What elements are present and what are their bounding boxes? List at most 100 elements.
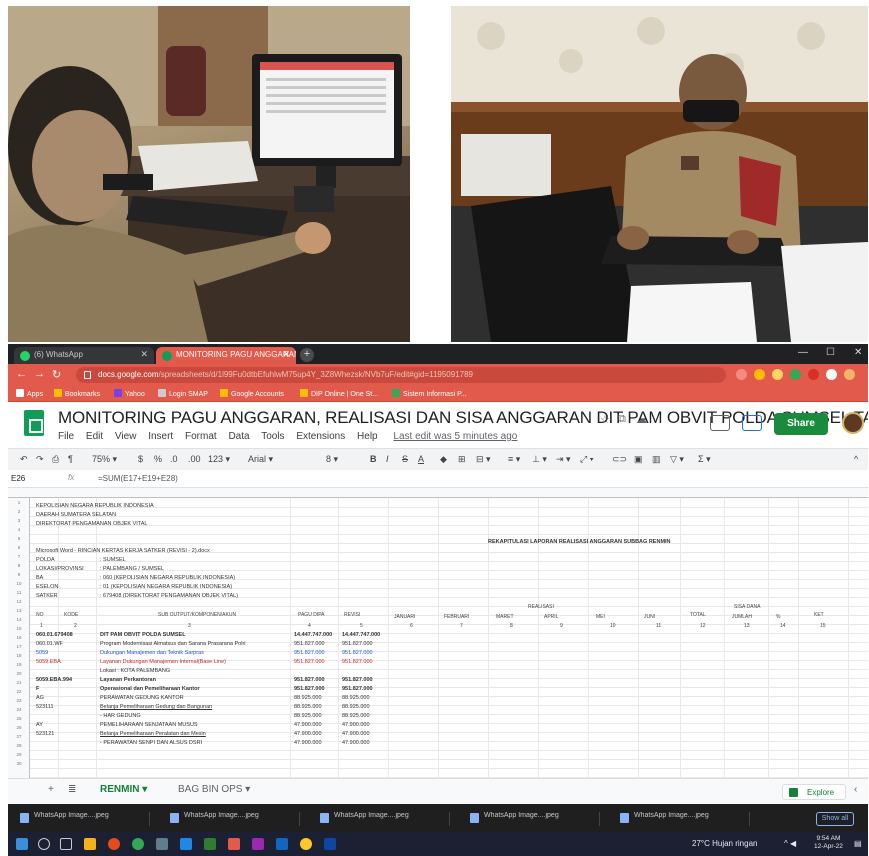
close-window-icon[interactable]: ✕ bbox=[854, 347, 862, 358]
forward-icon[interactable]: → bbox=[34, 368, 45, 380]
clock[interactable]: 9:54 AM 12-Apr-22 bbox=[814, 835, 843, 851]
chrome-icon[interactable] bbox=[108, 838, 120, 850]
paint-format-icon[interactable]: ¶ bbox=[68, 454, 73, 464]
row-number[interactable]: 28 bbox=[8, 743, 30, 748]
filter-icon[interactable]: ▽ ▾ bbox=[670, 454, 684, 465]
row-number[interactable]: 20 bbox=[8, 671, 30, 676]
present-icon[interactable] bbox=[742, 415, 762, 431]
cell-revisi[interactable]: 951.827.000 bbox=[342, 659, 373, 665]
search-icon[interactable] bbox=[736, 369, 747, 380]
chrome-active-icon[interactable] bbox=[228, 838, 240, 850]
row-number[interactable]: 22 bbox=[8, 689, 30, 694]
bookmark-sistem-informasi[interactable]: Sistem Informasi P... bbox=[392, 389, 467, 398]
star-icon[interactable] bbox=[772, 369, 783, 380]
share-button[interactable]: Share bbox=[774, 413, 828, 435]
row-number[interactable]: 6 bbox=[8, 545, 30, 550]
cell-revisi[interactable]: 14.447.747.000 bbox=[342, 632, 380, 638]
app-icon[interactable] bbox=[300, 838, 312, 850]
decimal-decrease-icon[interactable]: .0 bbox=[170, 454, 178, 464]
row-number[interactable]: 8 bbox=[8, 563, 30, 568]
cell-description[interactable]: Lokasi : KOTA PALEMBANG bbox=[100, 668, 170, 674]
puzzle-icon[interactable] bbox=[826, 369, 837, 380]
menu-edit[interactable]: Edit bbox=[86, 431, 103, 442]
menu-tools[interactable]: Tools bbox=[261, 431, 284, 442]
horizontal-align-icon[interactable]: ≡ ▾ bbox=[508, 454, 520, 465]
menu-file[interactable]: File bbox=[58, 431, 74, 442]
row-number[interactable]: 21 bbox=[8, 680, 30, 685]
font-size-select[interactable]: 8 ▾ bbox=[326, 454, 338, 465]
cell-description[interactable]: DIT PAM OBVIT POLDA SUMSEL bbox=[100, 632, 186, 638]
cell-description[interactable]: PEMELIHARAAN SENJATAAN MUSUS bbox=[100, 722, 198, 728]
row-number[interactable]: 16 bbox=[8, 635, 30, 640]
row-number[interactable]: 9 bbox=[8, 572, 30, 577]
cell-description[interactable]: Layanan Perkantoran bbox=[100, 677, 156, 683]
row-number[interactable]: 2 bbox=[8, 509, 30, 514]
sheet-tab-renmin[interactable]: RENMIN ▾ bbox=[100, 784, 147, 795]
tab-whatsapp[interactable]: (6) WhatsApp ✕ bbox=[14, 347, 154, 364]
move-folder-icon[interactable]: ⧉ bbox=[618, 413, 626, 426]
row-number[interactable]: 27 bbox=[8, 734, 30, 739]
borders-icon[interactable]: ⊞ bbox=[458, 454, 466, 465]
bookmark-dip-online[interactable]: DIP Online | One St... bbox=[300, 389, 378, 398]
download-item[interactable]: WhatsApp Image....jpeg bbox=[318, 812, 450, 826]
back-icon[interactable]: ← bbox=[16, 368, 27, 380]
side-panel-icon[interactable]: ‹ bbox=[854, 784, 857, 795]
cell-revisi[interactable]: 951.827.000 bbox=[342, 641, 373, 647]
app-icon[interactable] bbox=[180, 838, 192, 850]
cell-revisi[interactable]: 951.827.000 bbox=[342, 686, 373, 692]
last-edit-link[interactable]: Last edit was 5 minutes ago bbox=[393, 431, 517, 442]
cell-revisi[interactable]: 951.827.000 bbox=[342, 650, 373, 656]
cell-kode[interactable]: 523111 bbox=[36, 704, 54, 710]
cell-description[interactable]: Operasional dan Pemeliharaan Kantor bbox=[100, 686, 200, 692]
name-box[interactable]: E26 bbox=[8, 474, 48, 483]
undo-icon[interactable]: ↶ bbox=[20, 454, 28, 465]
row-number[interactable]: 19 bbox=[8, 662, 30, 667]
row-number[interactable]: 12 bbox=[8, 599, 30, 604]
star-icon[interactable]: ☆ bbox=[600, 413, 610, 426]
sheet-tab-bag-bin-ops[interactable]: BAG BIN OPS ▾ bbox=[178, 784, 250, 795]
cell-kode[interactable]: 5059.EBA.994 bbox=[36, 677, 72, 683]
cell-revisi[interactable]: 951.827.000 bbox=[342, 677, 373, 683]
row-number[interactable]: 24 bbox=[8, 707, 30, 712]
cell-pagu-dipa[interactable]: 951.827.000 bbox=[294, 677, 325, 683]
merge-cells-icon[interactable]: ⊟ ▾ bbox=[476, 454, 491, 465]
cell-description[interactable]: Belanja Pemeliharaan Peralatan dan Mesin bbox=[100, 731, 206, 737]
cell-pagu-dipa[interactable]: 88.925.000 bbox=[294, 704, 322, 710]
cell-kode[interactable]: AG bbox=[36, 695, 44, 701]
explore-button[interactable]: Explore bbox=[782, 784, 846, 800]
cell-pagu-dipa[interactable]: 951.827.000 bbox=[294, 686, 325, 692]
functions-icon[interactable]: Σ ▾ bbox=[698, 454, 711, 465]
row-number[interactable]: 23 bbox=[8, 698, 30, 703]
file-explorer-icon[interactable] bbox=[84, 838, 96, 850]
excel-icon[interactable] bbox=[204, 838, 216, 850]
row-number[interactable]: 13 bbox=[8, 608, 30, 613]
cell-kode[interactable]: 5059 bbox=[36, 650, 48, 656]
row-number[interactable]: 26 bbox=[8, 725, 30, 730]
maximize-icon[interactable]: ☐ bbox=[826, 347, 835, 358]
cell-description[interactable]: PERAWATAN GEDUNG KANTOR bbox=[100, 695, 184, 701]
row-number[interactable]: 11 bbox=[8, 590, 30, 595]
cell-revisi[interactable]: 47.900.000 bbox=[342, 722, 370, 728]
bookmark-login-smap[interactable]: Login SMAP bbox=[158, 389, 208, 398]
word-icon[interactable] bbox=[276, 838, 288, 850]
weather-widget[interactable]: 27°C Hujan ringan bbox=[692, 839, 757, 848]
chrome-icon[interactable] bbox=[132, 838, 144, 850]
insert-link-icon[interactable]: ⊂⊃ bbox=[612, 454, 627, 465]
add-sheet-icon[interactable]: + bbox=[48, 784, 54, 795]
menu-view[interactable]: View bbox=[115, 431, 137, 442]
row-number[interactable]: 17 bbox=[8, 644, 30, 649]
download-item[interactable]: WhatsApp Image....jpeg bbox=[18, 812, 150, 826]
notification-icon[interactable]: ▤ bbox=[854, 839, 862, 848]
cell-kode[interactable]: 5059.EBA bbox=[36, 659, 61, 665]
show-all-downloads-button[interactable]: Show all bbox=[816, 812, 854, 826]
decimal-increase-icon[interactable]: .00 bbox=[188, 454, 201, 464]
cell-pagu-dipa[interactable]: 88.925.000 bbox=[294, 713, 322, 719]
new-tab-button[interactable]: + bbox=[300, 348, 314, 362]
cell-pagu-dipa[interactable]: 951.827.000 bbox=[294, 641, 325, 647]
row-number[interactable]: 30 bbox=[8, 761, 30, 766]
vertical-align-icon[interactable]: ⊥ ▾ bbox=[532, 454, 547, 465]
download-item[interactable]: WhatsApp Image....jpeg bbox=[168, 812, 300, 826]
cell-pagu-dipa[interactable]: 951.827.000 bbox=[294, 659, 325, 665]
download-item[interactable]: WhatsApp Image....jpeg bbox=[618, 812, 750, 826]
minimize-icon[interactable]: — bbox=[798, 347, 808, 358]
